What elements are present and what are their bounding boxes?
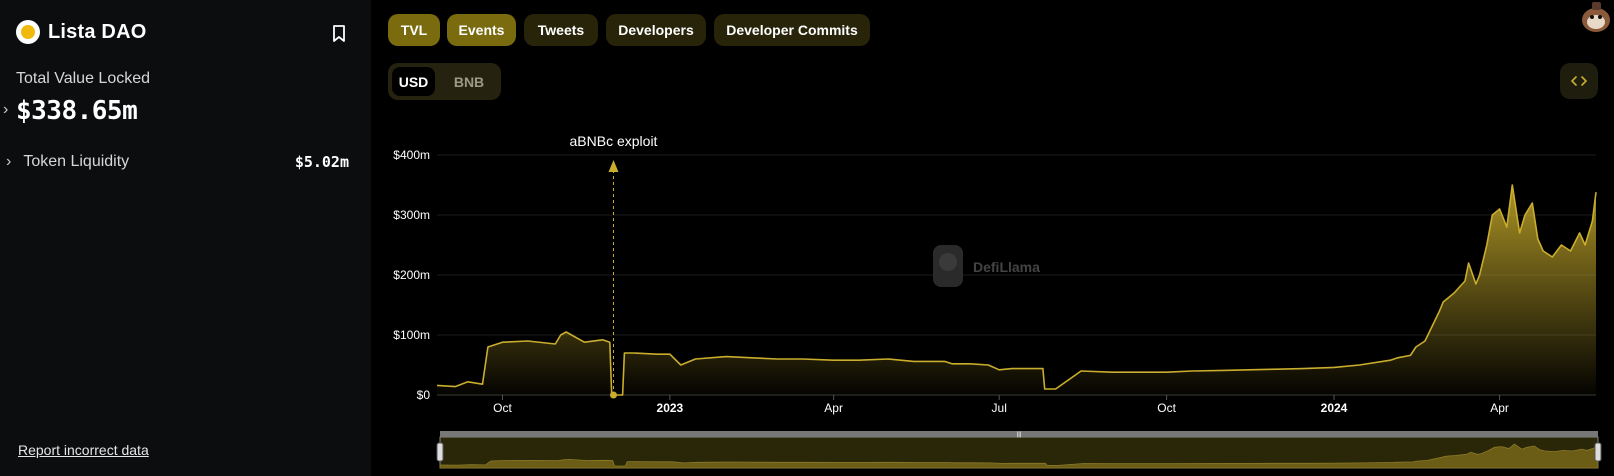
slider-grip-icon: ||| [1017,432,1022,438]
y-tick-label: $200m [393,268,430,282]
tvl-chart: DefiLlama $0 $100m $200m $300m $400m Oct 2023… [393,133,1602,469]
x-tick-label: Oct [1157,401,1176,415]
defillama-watermark: DefiLlama [933,245,1040,287]
event-label: aBNBc exploit [570,133,658,149]
slider-left-handle [436,442,444,462]
x-tick-label: Apr [824,401,843,415]
tvl-area-series [436,184,1597,396]
x-tick-label: 2023 [657,401,684,415]
x-tick-label: Apr [1490,401,1509,415]
y-axis: $0 $100m $200m $300m $400m [393,148,430,402]
x-axis: Oct 2023 Apr Jul Oct 2024 Apr [493,395,1509,415]
x-tick-label: Jul [992,401,1007,415]
x-tick-label: Oct [493,401,512,415]
watermark-text: DefiLlama [973,259,1040,275]
time-range-slider[interactable]: ||| [436,431,1602,469]
event-dot [609,391,617,399]
y-tick-label: $400m [393,148,430,162]
slider-right-handle [1594,442,1602,462]
x-tick-label: 2024 [1321,401,1348,415]
y-tick-label: $0 [417,388,431,402]
y-tick-label: $100m [393,328,430,342]
y-tick-label: $300m [393,208,430,222]
event-arrow-icon [608,160,619,172]
